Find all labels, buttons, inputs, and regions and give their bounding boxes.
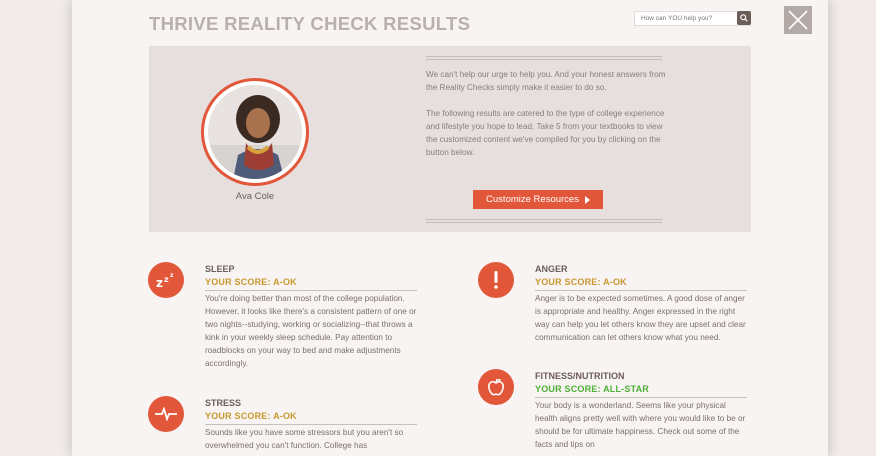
stress-description: Sounds like you have some stressors but … [205,428,404,450]
stress-title: STRESS [205,398,242,408]
anger-description: Anger is to be expected sometimes. A goo… [535,294,746,342]
close-icon [788,10,808,30]
fitness-score: YOUR SCORE: ALL-STAR [535,384,649,394]
intro-text: We can't help our urge to help you. And … [426,70,666,157]
anger-title: ANGER [535,264,568,274]
svg-text:z: z [164,275,169,284]
heartbeat-icon [148,396,184,432]
avatar-photo [208,85,302,179]
divider [535,290,747,291]
fitness-title: FITNESS/NUTRITION [535,371,625,381]
customize-resources-button[interactable]: Customize Resources [473,190,603,209]
search-button[interactable] [737,11,751,25]
svg-text:z: z [156,276,163,289]
svg-text:z: z [170,272,174,279]
sleep-description: You're doing better than most of the col… [205,294,417,368]
search-input[interactable] [634,11,751,26]
exclamation-icon [478,262,514,298]
play-arrow-icon [584,195,590,204]
sleep-zzz-icon: z z z [148,262,184,298]
anger-score: YOUR SCORE: A-OK [535,277,627,287]
divider [426,219,662,223]
customize-resources-label: Customize Resources [486,194,579,205]
close-button[interactable] [784,6,812,34]
page-title: THRIVE REALITY CHECK RESULTS [149,13,471,34]
divider [205,290,417,291]
sleep-title: SLEEP [205,264,235,274]
avatar [201,78,309,186]
search-icon [740,14,748,22]
sleep-score: YOUR SCORE: A-OK [205,277,297,287]
stress-score: YOUR SCORE: A-OK [205,411,297,421]
profile-summary: Ava Cole We can't help our urge to help … [149,46,751,232]
divider [535,397,747,398]
fitness-description: Your body is a wonderland. Seems like yo… [535,401,746,449]
results-panel: THRIVE REALITY CHECK RESULTS Ava Cole [72,0,828,456]
apple-icon [478,369,514,405]
student-name: Ava Cole [235,191,275,202]
divider [205,424,417,425]
divider [426,56,662,60]
